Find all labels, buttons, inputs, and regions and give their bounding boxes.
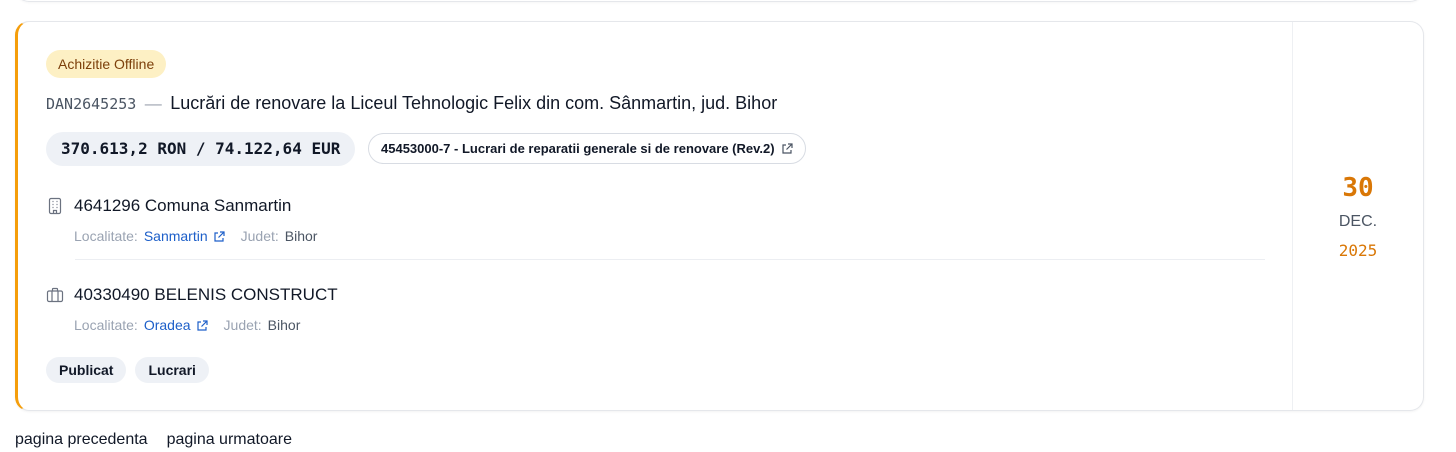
supplier-name[interactable]: 40330490 BELENIS CONSTRUCT — [74, 285, 338, 305]
building-icon — [46, 197, 64, 215]
county-label: Judet: — [223, 317, 262, 333]
procurement-code: DAN2645253 — [46, 95, 137, 113]
external-link-icon[interactable] — [196, 319, 208, 331]
authority-meta: Localitate: Sanmartin Judet: Bihor — [74, 228, 317, 244]
date-month: DEC. — [1338, 212, 1378, 230]
supplier-county: Bihor — [267, 317, 301, 333]
cpv-code-link[interactable]: 45453000-7 - Lucrari de reparatii genera… — [368, 133, 806, 164]
date-day: 30 — [1342, 172, 1374, 203]
locality-label: Localitate: — [74, 317, 138, 333]
procurement-type-badge: Achizitie Offline — [46, 50, 167, 78]
authority-locality-link[interactable]: Sanmartin — [144, 228, 208, 244]
supplier-locality-link[interactable]: Oradea — [144, 317, 191, 333]
county-label: Judet: — [240, 228, 279, 244]
previous-card-edge — [15, 0, 1424, 2]
estimated-value-pill: 370.613,2 RON / 74.122,64 EUR — [46, 132, 356, 166]
entity-divider — [75, 259, 1265, 260]
title-separator: — — [144, 94, 162, 113]
supplier-meta: Localitate: Oradea Judet: Bihor — [74, 317, 338, 333]
authority-county: Bihor — [284, 228, 318, 244]
next-page-link[interactable]: pagina urmatoare — [167, 431, 292, 449]
card-main: Achizitie Offline DAN2645253 — Lucrări d… — [18, 22, 1293, 410]
pagination: pagina precedenta pagina urmatoare — [15, 431, 292, 449]
contracting-authority: 4641296 Comuna Sanmartin Localitate: San… — [46, 194, 317, 244]
authority-name[interactable]: 4641296 Comuna Sanmartin — [74, 196, 291, 216]
briefcase-icon — [46, 286, 64, 304]
procurement-card[interactable]: Achizitie Offline DAN2645253 — Lucrări d… — [15, 21, 1424, 411]
publication-date: 30 DEC. 2025 — [1292, 22, 1423, 410]
external-link-icon[interactable] — [213, 230, 225, 242]
locality-label: Localitate: — [74, 228, 138, 244]
date-year: 2025 — [1338, 240, 1378, 260]
status-tag-published: Publicat — [46, 357, 127, 383]
title-row: DAN2645253 — Lucrări de renovare la Lice… — [46, 93, 777, 114]
previous-page-link[interactable]: pagina precedenta — [15, 431, 148, 449]
supplier: 40330490 BELENIS CONSTRUCT Localitate: O… — [46, 283, 338, 333]
cpv-code-label: 45453000-7 - Lucrari de reparatii genera… — [381, 141, 775, 156]
external-link-icon — [781, 142, 793, 155]
category-tag-works: Lucrari — [135, 357, 209, 383]
status-tags: Publicat Lucrari — [46, 357, 209, 383]
procurement-title[interactable]: Lucrări de renovare la Liceul Tehnologic… — [170, 93, 777, 113]
